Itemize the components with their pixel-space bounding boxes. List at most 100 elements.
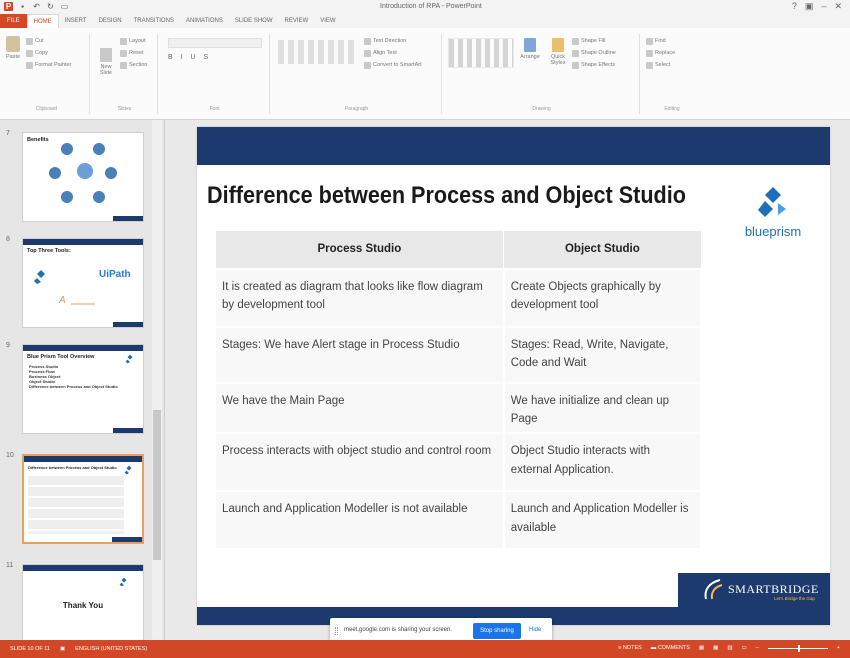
thumbnail-title: Difference between Process and Object St… — [28, 465, 117, 470]
hide-button[interactable]: Hide — [529, 627, 541, 633]
slide-thumbnail-7[interactable]: Benefits — [22, 132, 144, 222]
tab-insert[interactable]: INSERT — [59, 14, 93, 28]
mini-table — [28, 476, 124, 534]
blueprism-mini-logo-icon — [34, 270, 45, 284]
paste-button[interactable]: Paste — [6, 36, 20, 60]
shape-outline-button[interactable]: Shape Outline — [572, 48, 616, 58]
uipath-logo: UiPath — [99, 269, 131, 280]
copy-icon — [26, 49, 33, 57]
close-icon[interactable]: ✕ — [834, 1, 842, 12]
slide-header-band — [197, 127, 830, 165]
shape-effects-button[interactable]: Shape Effects — [572, 60, 616, 70]
quick-styles-icon — [552, 38, 564, 52]
comments-button[interactable]: ▬ COMMENTS — [651, 645, 690, 651]
ribbon-display-icon[interactable]: ▣ — [805, 1, 814, 12]
stop-sharing-button[interactable]: Stop sharing — [473, 623, 521, 639]
thumbnail-header — [24, 456, 142, 462]
diagram-circle — [61, 143, 73, 155]
redo-icon[interactable]: ↻ — [46, 2, 55, 11]
cursor-icon — [646, 61, 653, 69]
scrollbar-thumb[interactable] — [153, 410, 161, 560]
arrange-label: Arrange — [520, 54, 540, 60]
replace-icon — [646, 49, 653, 57]
font-name-box[interactable] — [168, 38, 262, 48]
arrange-button[interactable]: Arrange — [520, 38, 540, 60]
replace-button[interactable]: Replace — [646, 48, 675, 58]
language-indicator[interactable]: ENGLISH (UNITED STATES) — [75, 646, 147, 652]
notes-button[interactable]: ≡ NOTES — [618, 645, 642, 651]
shape-fill-button[interactable]: Shape Fill — [572, 36, 616, 46]
tab-home[interactable]: HOME — [26, 14, 59, 28]
slideshow-view-icon[interactable]: ▭ — [742, 645, 747, 651]
drag-handle-icon[interactable] — [335, 627, 338, 635]
format-painter-label: Format Painter — [35, 62, 72, 68]
tab-slide-show[interactable]: SLIDE SHOW — [229, 14, 279, 28]
blueprism-mini-logo-icon — [125, 354, 133, 364]
text-direction-button[interactable]: Text Direction — [364, 36, 422, 46]
align-text-icon — [364, 49, 371, 57]
tab-view[interactable]: VIEW — [314, 14, 341, 28]
table-cell: Stages: We have Alert stage in Process S… — [214, 325, 505, 384]
tab-file[interactable]: FILE — [0, 14, 27, 28]
diagram-circle — [105, 167, 117, 179]
table-cell: Launch and Application Modeller is avail… — [502, 490, 703, 551]
smartart-button[interactable]: Convert to SmartArt — [364, 60, 422, 70]
comparison-table[interactable]: Process Studio Object Studio It is creat… — [214, 230, 703, 551]
paragraph-group: Text Direction Align Text Convert to Sma… — [272, 34, 442, 114]
slide-thumbnail-11[interactable]: Thank You — [22, 564, 144, 644]
new-slide-button[interactable]: New Slide — [96, 48, 116, 76]
font-format-buttons[interactable]: B I U S — [168, 54, 211, 61]
select-button[interactable]: Select — [646, 60, 675, 70]
paragraph-buttons[interactable] — [278, 40, 358, 64]
paragraph-group-label: Paragraph — [344, 106, 369, 112]
section-button[interactable]: Section — [120, 60, 147, 70]
thumbnail-footer — [112, 537, 142, 542]
thumbnail-footer — [113, 428, 143, 433]
logo-text-placeholder — [71, 303, 95, 305]
tab-transitions[interactable]: TRANSITIONS — [128, 14, 180, 28]
normal-view-icon[interactable]: ▦ — [699, 645, 704, 651]
save-icon[interactable]: ▪ — [18, 2, 27, 11]
help-icon[interactable]: ? — [792, 1, 797, 12]
slide-thumbnail-8[interactable]: Top Three Tools: UiPath A — [22, 238, 144, 328]
cut-label: Cut — [35, 38, 44, 44]
undo-icon[interactable]: ↶ — [32, 2, 41, 11]
zoom-in-icon[interactable]: + — [837, 645, 840, 651]
shapes-gallery[interactable] — [448, 38, 514, 68]
format-painter-button[interactable]: Format Painter — [26, 60, 71, 70]
slide-canvas[interactable]: Difference between Process and Object St… — [197, 127, 830, 625]
blueprism-logo: blueprism — [738, 185, 808, 245]
cut-button[interactable]: Cut — [26, 36, 71, 46]
thumbnail-number: 9 — [6, 342, 10, 349]
quick-styles-button[interactable]: Quick Styles — [548, 38, 568, 66]
slide-thumbnail-9[interactable]: Blue Prism Tool Overview Process Studio … — [22, 344, 144, 434]
slide-title[interactable]: Difference between Process and Object St… — [207, 182, 686, 210]
thumbnails-scrollbar[interactable] — [152, 120, 162, 640]
start-slideshow-icon[interactable]: ▭ — [60, 2, 69, 11]
minimize-icon[interactable]: – — [821, 1, 826, 12]
copy-button[interactable]: Copy — [26, 48, 71, 58]
text-direction-label: Text Direction — [373, 38, 407, 44]
window-controls: ? ▣ – ✕ — [792, 1, 842, 12]
reset-button[interactable]: Reset — [120, 48, 147, 58]
slide-thumbnail-10[interactable]: Difference between Process and Object St… — [22, 454, 144, 544]
find-button[interactable]: Find — [646, 36, 675, 46]
slide-sorter-icon[interactable]: ▦ — [713, 645, 718, 651]
editing-group-label: Editing — [664, 106, 680, 112]
spellcheck-icon[interactable]: ▣ — [60, 646, 65, 652]
zoom-slider[interactable] — [767, 644, 828, 652]
layout-button[interactable]: Layout — [120, 36, 147, 46]
tab-animations[interactable]: ANIMATIONS — [180, 14, 229, 28]
table-row: We have the Main Page We have initialize… — [214, 381, 703, 435]
table-cell: Object Studio interacts with external Ap… — [502, 432, 703, 493]
table-cell: Launch and Application Modeller is not a… — [214, 490, 505, 551]
zoom-out-icon[interactable]: – — [756, 645, 759, 651]
tab-design[interactable]: DESIGN — [93, 14, 128, 28]
tab-review[interactable]: REVIEW — [279, 14, 315, 28]
align-text-button[interactable]: Align Text — [364, 48, 422, 58]
table-cell: Process interacts with object studio and… — [214, 432, 505, 493]
thumbnail-header — [23, 345, 143, 351]
font-group-label: Font — [209, 106, 220, 112]
reading-view-icon[interactable]: ▥ — [727, 645, 732, 651]
layout-icon — [120, 37, 127, 45]
